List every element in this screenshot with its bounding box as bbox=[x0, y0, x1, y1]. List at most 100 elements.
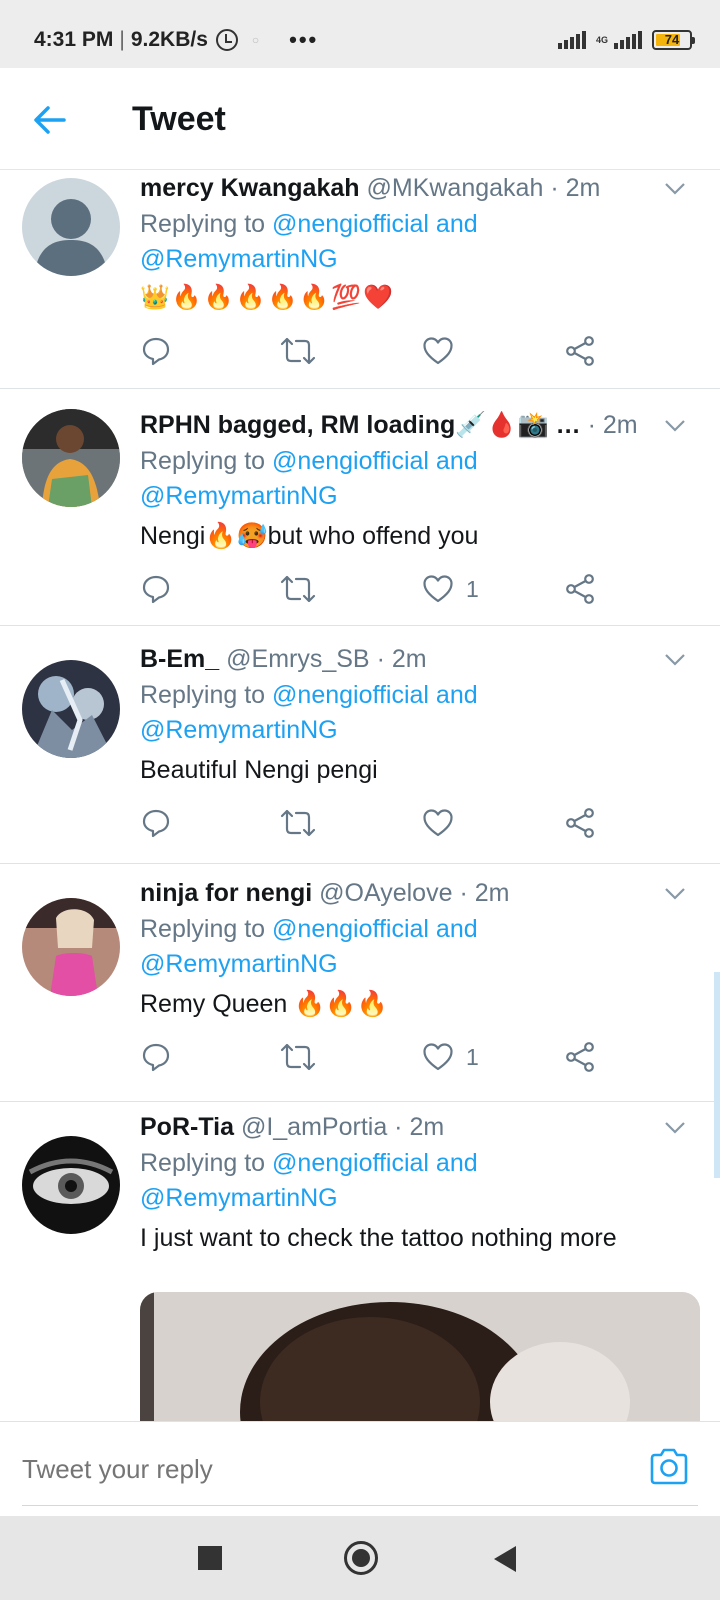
mention-link[interactable]: @RemymartinNG bbox=[140, 482, 338, 510]
reply-icon bbox=[142, 337, 170, 366]
avatar[interactable] bbox=[22, 1136, 120, 1234]
share-button[interactable] bbox=[564, 1040, 596, 1074]
heart-icon bbox=[423, 1043, 453, 1071]
like-button[interactable] bbox=[422, 334, 466, 368]
tweet-author-name[interactable]: RPHN bagged, RM loading💉🩸📸 … bbox=[140, 411, 581, 439]
reply-button[interactable] bbox=[140, 806, 172, 840]
reply-button[interactable] bbox=[140, 334, 172, 368]
like-button[interactable]: 1 bbox=[422, 1040, 479, 1074]
mention-link[interactable]: @nengiofficial and bbox=[272, 1149, 478, 1177]
share-icon bbox=[566, 1042, 594, 1072]
scrollbar[interactable] bbox=[714, 972, 720, 1178]
tweet-author-handle[interactable]: @Emrys_SB bbox=[226, 645, 369, 673]
reply-input[interactable] bbox=[22, 1454, 582, 1485]
replying-to: Replying to @nengiofficial and @Remymart… bbox=[140, 444, 478, 514]
status-right: 4G 74 bbox=[557, 30, 695, 50]
share-icon bbox=[566, 336, 594, 366]
retweet-button[interactable] bbox=[280, 334, 316, 368]
tweet-time: · 2m bbox=[376, 645, 427, 673]
back-button[interactable] bbox=[494, 1546, 516, 1572]
share-button[interactable] bbox=[564, 334, 596, 368]
camera-icon[interactable] bbox=[648, 1448, 690, 1486]
reply-button[interactable] bbox=[140, 1040, 172, 1074]
tweet-time: · 2m bbox=[459, 879, 510, 907]
tweet-author-name[interactable]: B-Em_ bbox=[140, 645, 219, 673]
like-count: 1 bbox=[466, 1043, 479, 1070]
avatar[interactable] bbox=[22, 660, 120, 758]
replying-label: Replying to bbox=[140, 447, 266, 475]
avatar-default[interactable] bbox=[22, 178, 120, 276]
status-time: 4:31 PM bbox=[34, 28, 114, 51]
chevron-down-icon[interactable] bbox=[664, 182, 686, 196]
retweet-button[interactable] bbox=[280, 806, 316, 840]
share-button[interactable] bbox=[564, 572, 596, 606]
like-button[interactable] bbox=[422, 806, 466, 840]
status-speed: 9.2KB/s bbox=[130, 28, 208, 51]
tweet-author-handle[interactable]: @I_amPortia bbox=[241, 1113, 387, 1141]
chevron-down-icon[interactable] bbox=[664, 1121, 686, 1135]
share-icon bbox=[566, 574, 594, 604]
tweet-item[interactable]: mercy Kwangakah @MKwangakah · 2m Replyin… bbox=[0, 170, 720, 389]
mention-link[interactable]: @nengiofficial and bbox=[272, 447, 478, 475]
heart-icon bbox=[423, 575, 453, 603]
retweet-icon bbox=[280, 1043, 316, 1071]
avatar[interactable] bbox=[22, 898, 120, 996]
tweet-item[interactable]: ninja for nengi @OAyelove · 2m Replying … bbox=[0, 864, 720, 1102]
battery-icon: 74 bbox=[652, 30, 695, 50]
tweet-text: Beautiful Nengi pengi bbox=[140, 756, 378, 784]
tweet-author-handle[interactable]: @MKwangakah bbox=[367, 174, 544, 202]
replying-to: Replying to @nengiofficial and @Remymart… bbox=[140, 678, 478, 748]
user-photo-icon bbox=[22, 1136, 120, 1234]
reply-underline bbox=[22, 1505, 698, 1506]
notification-dot-icon: ○ bbox=[251, 33, 260, 47]
tweet-time: · 2m bbox=[394, 1113, 445, 1141]
tweet-text: Remy Queen 🔥🔥🔥 bbox=[140, 990, 388, 1018]
tweet-text: I just want to check the tattoo nothing … bbox=[140, 1224, 617, 1252]
home-button[interactable] bbox=[344, 1541, 378, 1575]
mention-link[interactable]: @RemymartinNG bbox=[140, 1184, 338, 1212]
recents-button[interactable] bbox=[198, 1546, 222, 1570]
signal-4g-icon bbox=[614, 31, 642, 49]
replying-to: Replying to @nengiofficial and @Remymart… bbox=[140, 1146, 478, 1216]
replying-to: Replying to @nengiofficial and @Remymart… bbox=[140, 912, 478, 982]
mention-link[interactable]: @RemymartinNG bbox=[140, 245, 338, 273]
tweet-item[interactable]: RPHN bagged, RM loading💉🩸📸 … · 2m Replyi… bbox=[0, 389, 720, 626]
reply-icon bbox=[142, 1043, 170, 1072]
avatar[interactable] bbox=[22, 409, 120, 507]
user-photo-icon bbox=[22, 660, 120, 758]
tweet-author-name[interactable]: mercy Kwangakah bbox=[140, 174, 360, 202]
tweet-author-name[interactable]: PoR-Tia bbox=[140, 1113, 234, 1141]
tweet-text: 👑🔥🔥🔥🔥🔥💯❤️ bbox=[140, 283, 396, 311]
tweet-author-handle[interactable]: @OAyelove bbox=[319, 879, 452, 907]
tweet-header: B-Em_ @Emrys_SB · 2m bbox=[140, 645, 650, 674]
mention-link[interactable]: @nengiofficial and bbox=[272, 210, 478, 238]
like-count: 1 bbox=[466, 575, 479, 602]
tweet-item[interactable]: B-Em_ @Emrys_SB · 2m Replying to @nengio… bbox=[0, 626, 720, 864]
tweet-media-image[interactable] bbox=[140, 1292, 700, 1422]
app-header: Tweet bbox=[0, 68, 720, 170]
like-button[interactable]: 1 bbox=[422, 572, 479, 606]
back-arrow-icon[interactable] bbox=[28, 98, 72, 142]
signal-icon bbox=[557, 31, 586, 49]
mention-link[interactable]: @RemymartinNG bbox=[140, 950, 338, 978]
retweet-button[interactable] bbox=[280, 572, 316, 606]
tweet-time: · 2m bbox=[550, 174, 601, 202]
page-title: Tweet bbox=[132, 100, 226, 138]
chevron-down-icon[interactable] bbox=[664, 653, 686, 667]
chevron-down-icon[interactable] bbox=[664, 887, 686, 901]
chevron-down-icon[interactable] bbox=[664, 419, 686, 433]
status-bar: 4:31 PM | 9.2KB/s ○ ••• 4G 74 bbox=[0, 0, 720, 68]
more-notifications-icon: ••• bbox=[289, 27, 319, 52]
status-separator: | bbox=[119, 28, 125, 51]
reply-button[interactable] bbox=[140, 572, 172, 606]
retweet-button[interactable] bbox=[280, 1040, 316, 1074]
retweet-icon bbox=[280, 809, 316, 837]
mention-link[interactable]: @RemymartinNG bbox=[140, 716, 338, 744]
mention-link[interactable]: @nengiofficial and bbox=[272, 915, 478, 943]
network-type: 4G bbox=[595, 34, 608, 45]
retweet-icon bbox=[280, 575, 316, 603]
share-button[interactable] bbox=[564, 806, 596, 840]
mention-link[interactable]: @nengiofficial and bbox=[272, 681, 478, 709]
reply-composer bbox=[0, 1421, 720, 1516]
tweet-author-name[interactable]: ninja for nengi bbox=[140, 879, 312, 907]
